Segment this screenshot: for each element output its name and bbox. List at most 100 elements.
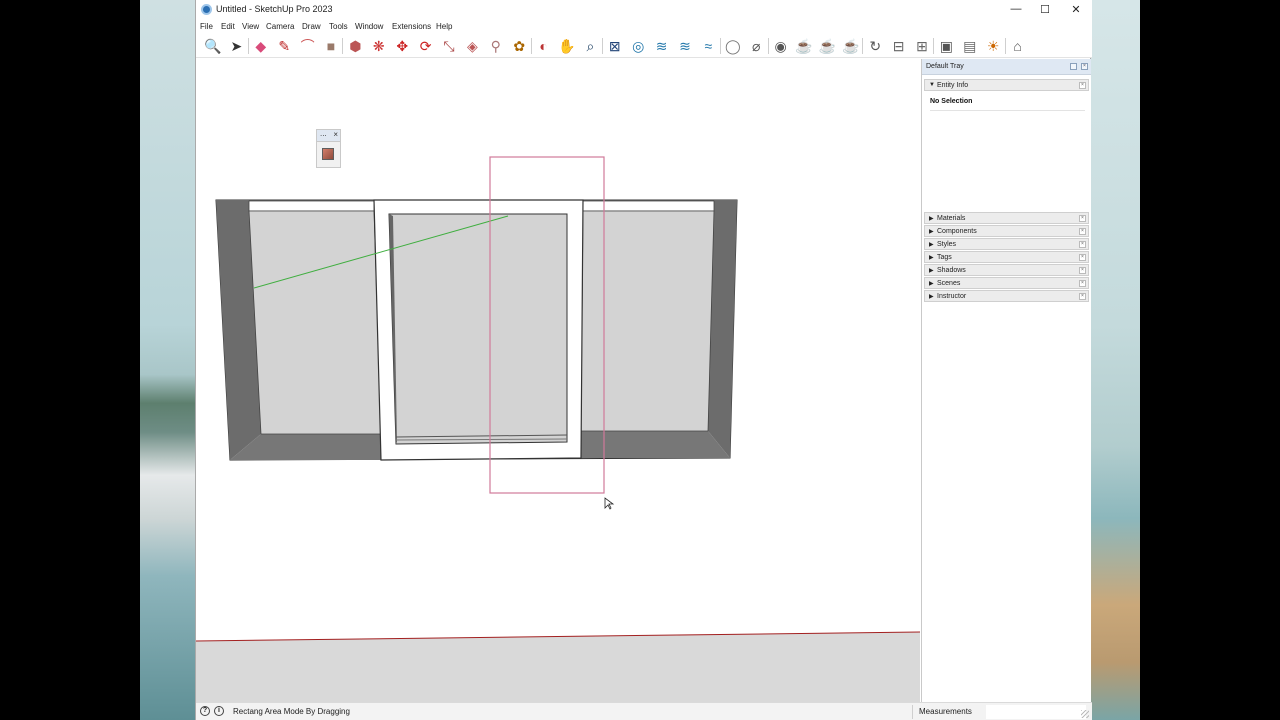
- panel-components[interactable]: ▶ Components ×: [924, 225, 1089, 237]
- menu-extensions[interactable]: Extensions: [392, 22, 431, 31]
- panel-close-icon[interactable]: ×: [1079, 228, 1086, 235]
- model-canvas[interactable]: [196, 59, 920, 702]
- toolbar-separator: [247, 38, 249, 54]
- panel-scenes[interactable]: ▶ Scenes ×: [924, 277, 1089, 289]
- help-icon[interactable]: ?: [200, 706, 210, 716]
- line-icon[interactable]: ✎: [275, 37, 293, 55]
- panel-tags[interactable]: ▶ Tags ×: [924, 251, 1089, 263]
- measurements-input[interactable]: [986, 705, 1086, 719]
- sun-icon[interactable]: ☀: [984, 37, 1002, 55]
- floating-toolbar-close-button[interactable]: ×: [333, 130, 338, 140]
- desktop: Untitled - SketchUp Pro 2023 — ☐ ✕ File …: [0, 0, 1280, 720]
- panel-entity-info[interactable]: ▼ Entity Info ×: [924, 79, 1089, 91]
- rotate-icon[interactable]: ⟳: [417, 37, 435, 55]
- sandbox-2-icon[interactable]: ⊞: [913, 37, 931, 55]
- push-pull-icon[interactable]: ⬢: [346, 37, 364, 55]
- menu-draw[interactable]: Draw: [302, 22, 321, 31]
- panel-close-icon[interactable]: ×: [1079, 267, 1086, 274]
- offset-icon[interactable]: ◈: [463, 37, 481, 55]
- teapot-1-icon[interactable]: ☕: [795, 37, 813, 55]
- teapot-3-icon[interactable]: ☕: [842, 37, 860, 55]
- tray-header[interactable]: Default Tray ×: [922, 59, 1091, 75]
- sandbox-1-icon[interactable]: ⊟: [890, 37, 908, 55]
- info-icon[interactable]: i: [214, 706, 224, 716]
- tape-measure-icon[interactable]: ⚲: [487, 37, 505, 55]
- move-icon[interactable]: ✥: [393, 37, 411, 55]
- panel-close-icon[interactable]: ×: [1079, 280, 1086, 287]
- zoom-icon[interactable]: ⌕: [581, 37, 599, 55]
- panel-materials[interactable]: ▶ Materials ×: [924, 212, 1089, 224]
- panel-close-icon[interactable]: ×: [1079, 293, 1086, 300]
- panel-close-icon[interactable]: ×: [1079, 215, 1086, 222]
- section-plane-icon[interactable]: ◎: [629, 37, 647, 55]
- collapsed-arrow-icon: ▶: [929, 294, 934, 300]
- orbit-icon[interactable]: ◐: [535, 37, 553, 55]
- user-icon[interactable]: ◯: [724, 37, 742, 55]
- collapsed-arrow-icon: ▶: [929, 242, 934, 248]
- resize-grip-icon[interactable]: [1081, 710, 1089, 718]
- desktop-wallpaper-left: [140, 0, 196, 720]
- collapsed-arrow-icon: ▶: [929, 229, 934, 235]
- title-bar[interactable]: Untitled - SketchUp Pro 2023 — ☐ ✕: [196, 0, 1092, 20]
- panel-label: Entity Info: [937, 82, 969, 89]
- scale-icon[interactable]: ⤡: [440, 37, 458, 55]
- collapsed-arrow-icon: ▶: [929, 255, 934, 261]
- menu-file[interactable]: File: [200, 22, 213, 31]
- minimize-button[interactable]: —: [1009, 3, 1023, 15]
- drawing-viewport[interactable]: ... ×: [196, 59, 920, 702]
- panel-styles[interactable]: ▶ Styles ×: [924, 238, 1089, 250]
- tray-close-icon[interactable]: ×: [1081, 63, 1088, 70]
- panel-shadows[interactable]: ▶ Shadows ×: [924, 264, 1089, 276]
- toolbar-separator: [342, 38, 344, 54]
- tray-pin-icon[interactable]: [1070, 63, 1077, 70]
- rectangle-icon[interactable]: ■: [322, 37, 340, 55]
- panel-label: Shadows: [937, 267, 966, 274]
- frame-2-icon[interactable]: ▤: [961, 37, 979, 55]
- eraser-icon[interactable]: ◆: [252, 37, 270, 55]
- follow-me-icon[interactable]: ❋: [370, 37, 388, 55]
- panel-label: Styles: [937, 241, 957, 248]
- close-button[interactable]: ✕: [1069, 3, 1083, 16]
- menu-camera[interactable]: Camera: [266, 22, 294, 31]
- menu-window[interactable]: Window: [355, 22, 383, 31]
- window-title: Untitled - SketchUp Pro 2023: [216, 4, 333, 14]
- layers-icon[interactable]: ≋: [653, 37, 671, 55]
- maximize-button[interactable]: ☐: [1038, 3, 1052, 16]
- menu-tools[interactable]: Tools: [329, 22, 348, 31]
- menu-view[interactable]: View: [242, 22, 259, 31]
- collapsed-arrow-icon: ▶: [929, 281, 934, 287]
- panel-instructor[interactable]: ▶ Instructor ×: [924, 290, 1089, 302]
- panel-close-icon[interactable]: ×: [1079, 82, 1086, 89]
- panel-label: Instructor: [937, 293, 967, 300]
- panel-close-icon[interactable]: ×: [1079, 254, 1086, 261]
- floating-toolbar-dots[interactable]: ...: [320, 129, 327, 139]
- panel-close-icon[interactable]: ×: [1079, 241, 1086, 248]
- zoom-window-icon[interactable]: ⊠: [606, 37, 624, 55]
- 3d-warehouse-icon[interactable]: ◉: [772, 37, 790, 55]
- zoom-extents-icon[interactable]: 🔍: [204, 37, 222, 55]
- toolbar-separator: [719, 38, 721, 54]
- default-tray: Default Tray × ▼ Entity Info × No Select…: [921, 59, 1091, 702]
- main-toolbar: 🔍 ➤ ◆ ✎ ⌒ ■ ⬢ ❋ ✥ ⟳ ⤡ ◈ ⚲ ✿ ◐ ✋ ⌕ ⊠ ◎ ≋ ≋ ≈ ◯ ⌀ ◉ ☕ ☕ ☕ ↻ ⊟ ⊞ ▣ ▤ ☀ ⌂: [196, 34, 1092, 58]
- floating-toolbar[interactable]: ... ×: [316, 129, 341, 168]
- hat-icon[interactable]: ⌂: [1009, 37, 1027, 55]
- component-tool-icon[interactable]: [322, 148, 334, 160]
- menu-edit[interactable]: Edit: [221, 22, 235, 31]
- select-icon[interactable]: ➤: [227, 37, 245, 55]
- tags-icon[interactable]: ≋: [676, 37, 694, 55]
- floating-toolbar-header[interactable]: ... ×: [317, 129, 340, 142]
- refresh-icon[interactable]: ↻: [866, 37, 884, 55]
- styles-icon[interactable]: ≈: [699, 37, 717, 55]
- panel-label: Materials: [937, 215, 966, 222]
- tray-title: Default Tray: [926, 63, 964, 70]
- paint-bucket-icon[interactable]: ✿: [510, 37, 528, 55]
- menu-help[interactable]: Help: [436, 22, 452, 31]
- pan-icon[interactable]: ✋: [558, 37, 576, 55]
- frame-1-icon[interactable]: ▣: [937, 37, 955, 55]
- toolbar-separator: [862, 38, 864, 54]
- measurements-label: Measurements: [919, 707, 972, 716]
- left-top-sill: [248, 200, 375, 212]
- arc-icon[interactable]: ⌒: [299, 37, 317, 55]
- extension-warehouse-icon[interactable]: ⌀: [747, 37, 765, 55]
- teapot-2-icon[interactable]: ☕: [818, 37, 836, 55]
